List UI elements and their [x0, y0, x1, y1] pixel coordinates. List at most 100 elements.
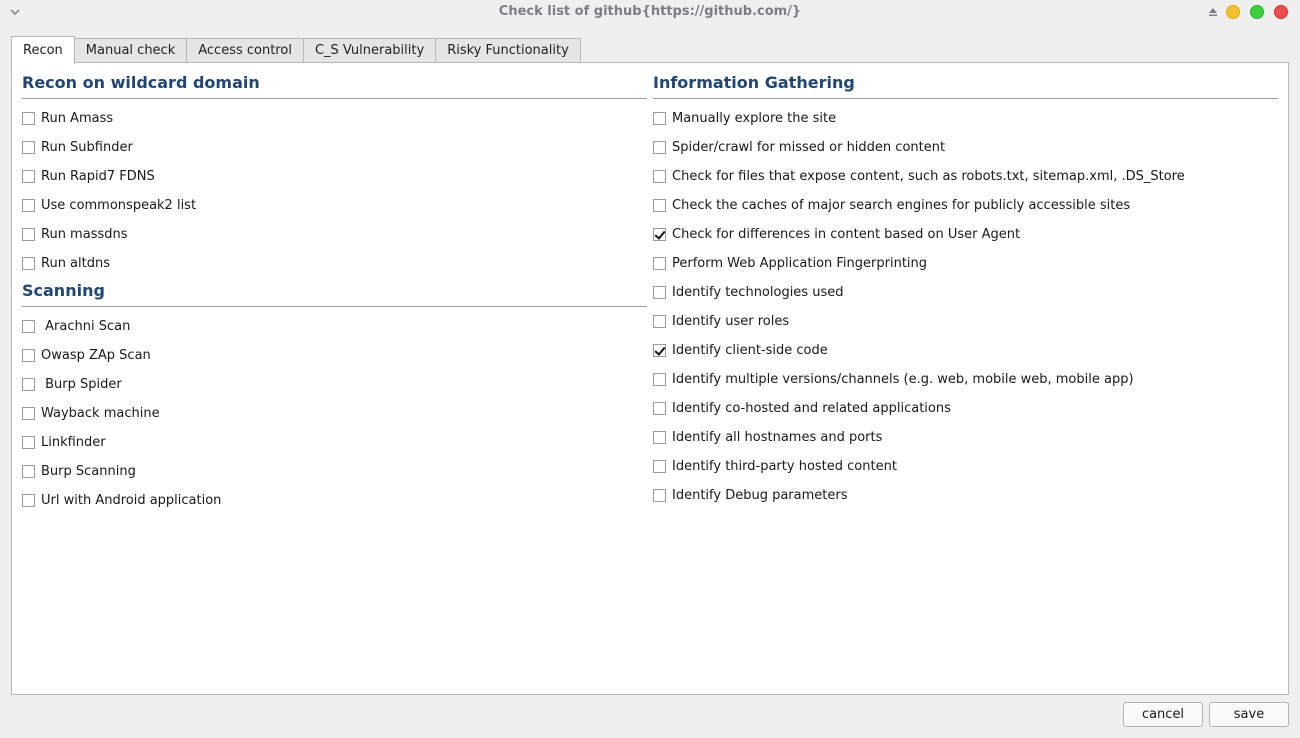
check-label: Check the caches of major search engines… — [672, 197, 1131, 213]
maximize-icon[interactable] — [1250, 5, 1264, 19]
check-item[interactable]: Manually explore the site — [653, 109, 836, 127]
checkbox[interactable] — [653, 140, 666, 154]
checkbox-checked[interactable] — [653, 343, 666, 357]
check-item[interactable]: Arachni Scan — [22, 317, 130, 335]
check-item[interactable]: Identify all hostnames and ports — [653, 428, 882, 446]
checkbox[interactable] — [653, 111, 666, 125]
tab-recon[interactable]: Recon — [11, 36, 75, 64]
checkbox[interactable] — [22, 111, 35, 125]
check-label: Identify user roles — [672, 313, 790, 329]
title-bar: Check list of github{https://github.com/… — [0, 0, 1300, 24]
section-divider — [22, 306, 647, 307]
section-divider — [22, 98, 647, 99]
check-item[interactable]: Spider/crawl for missed or hidden conten… — [653, 138, 945, 156]
check-item[interactable]: Use commonspeak2 list — [22, 196, 196, 214]
check-item[interactable]: Run altdns — [22, 254, 110, 272]
checkbox[interactable] — [22, 406, 35, 420]
section-divider — [653, 98, 1278, 99]
check-label: Run Amass — [41, 110, 114, 126]
checkbox[interactable] — [22, 227, 35, 241]
checkbox[interactable] — [653, 285, 666, 299]
checkbox[interactable] — [22, 435, 35, 449]
check-item[interactable]: Identify client-side code — [653, 341, 828, 359]
check-item[interactable]: Burp Spider — [22, 375, 122, 393]
check-label: Manually explore the site — [672, 110, 837, 126]
checkbox[interactable] — [22, 256, 35, 270]
checkbox[interactable] — [22, 140, 35, 154]
checkbox[interactable] — [22, 319, 35, 333]
tab-cs-vulnerability[interactable]: C_S Vulnerability — [302, 38, 437, 64]
check-label: Identify co-hosted and related applicati… — [672, 400, 951, 416]
check-item[interactable]: Check the caches of major search engines… — [653, 196, 1130, 214]
check-label: Run altdns — [41, 255, 110, 271]
check-label: Identify all hostnames and ports — [672, 429, 883, 445]
checkbox[interactable] — [653, 401, 666, 415]
check-label: Burp Spider — [41, 376, 122, 392]
check-item[interactable]: Check for differences in content based o… — [653, 225, 1020, 243]
checkbox[interactable] — [653, 459, 666, 473]
check-item[interactable]: Identify user roles — [653, 312, 789, 330]
check-label: Identify client-side code — [672, 342, 828, 358]
check-label: Check for files that expose content, suc… — [672, 168, 1185, 184]
check-item[interactable]: Check for files that expose content, suc… — [653, 167, 1185, 185]
tab-bar: Recon Manual check Access control C_S Vu… — [11, 36, 581, 64]
check-item[interactable]: Owasp ZAp Scan — [22, 346, 151, 364]
checkbox[interactable] — [653, 169, 666, 183]
save-button[interactable]: save — [1209, 702, 1289, 727]
check-label: Perform Web Application Fingerprinting — [672, 255, 928, 271]
check-label: Identify multiple versions/channels (e.g… — [672, 371, 1134, 387]
checkbox-checked[interactable] — [653, 227, 666, 241]
checkbox[interactable] — [653, 372, 666, 386]
checkbox[interactable] — [653, 256, 666, 270]
checkbox[interactable] — [22, 493, 35, 507]
checkbox[interactable] — [653, 430, 666, 444]
section-title-recon: Recon on wildcard domain — [22, 73, 260, 92]
close-icon[interactable] — [1274, 5, 1288, 19]
check-item[interactable]: Burp Scanning — [22, 462, 136, 480]
check-label: Run massdns — [41, 226, 128, 242]
check-item[interactable]: Identify technologies used — [653, 283, 843, 301]
check-label: Linkfinder — [41, 434, 106, 450]
minimize-icon[interactable] — [1226, 5, 1240, 19]
check-label: Identify technologies used — [672, 284, 844, 300]
checkbox[interactable] — [22, 169, 35, 183]
check-item[interactable]: Identify third-party hosted content — [653, 457, 897, 475]
section-title-scanning: Scanning — [22, 281, 105, 300]
check-label: Spider/crawl for missed or hidden conten… — [672, 139, 946, 155]
check-label: Run Subfinder — [41, 139, 133, 155]
window-title: Check list of github{https://github.com/… — [498, 4, 802, 19]
check-label: Identify Debug parameters — [672, 487, 848, 503]
check-label: Check for differences in content based o… — [672, 226, 1021, 242]
check-item[interactable]: Run Subfinder — [22, 138, 133, 156]
checkbox[interactable] — [22, 198, 35, 212]
check-item[interactable]: Run Rapid7 FDNS — [22, 167, 155, 185]
check-item[interactable]: Run Amass — [22, 109, 113, 127]
check-label: Burp Scanning — [41, 463, 136, 479]
check-item[interactable]: Run massdns — [22, 225, 128, 243]
tab-risky-functionality[interactable]: Risky Functionality — [435, 38, 581, 64]
check-label: Wayback machine — [41, 405, 160, 421]
check-label: Owasp ZAp Scan — [41, 347, 151, 363]
check-label: Use commonspeak2 list — [41, 197, 197, 213]
check-item[interactable]: Perform Web Application Fingerprinting — [653, 254, 927, 272]
check-label: Identify third-party hosted content — [672, 458, 897, 474]
check-item[interactable]: Linkfinder — [22, 433, 106, 451]
checkbox[interactable] — [22, 348, 35, 362]
checkbox[interactable] — [22, 464, 35, 478]
checkbox[interactable] — [22, 377, 35, 391]
check-item[interactable]: Url with Android application — [22, 491, 221, 509]
check-label: Run Rapid7 FDNS — [41, 168, 155, 184]
checkbox[interactable] — [653, 314, 666, 328]
cancel-button[interactable]: cancel — [1123, 702, 1203, 727]
section-title-information-gathering: Information Gathering — [653, 73, 855, 92]
tab-manual-check[interactable]: Manual check — [73, 38, 188, 64]
tab-access-control[interactable]: Access control — [186, 38, 304, 64]
check-item[interactable]: Identify Debug parameters — [653, 486, 848, 504]
check-label: Arachni Scan — [41, 318, 131, 334]
check-item[interactable]: Wayback machine — [22, 404, 160, 422]
eject-icon[interactable] — [1206, 5, 1220, 19]
check-item[interactable]: Identify multiple versions/channels (e.g… — [653, 370, 1134, 388]
check-item[interactable]: Identify co-hosted and related applicati… — [653, 399, 951, 417]
checkbox[interactable] — [653, 198, 666, 212]
checkbox[interactable] — [653, 488, 666, 502]
